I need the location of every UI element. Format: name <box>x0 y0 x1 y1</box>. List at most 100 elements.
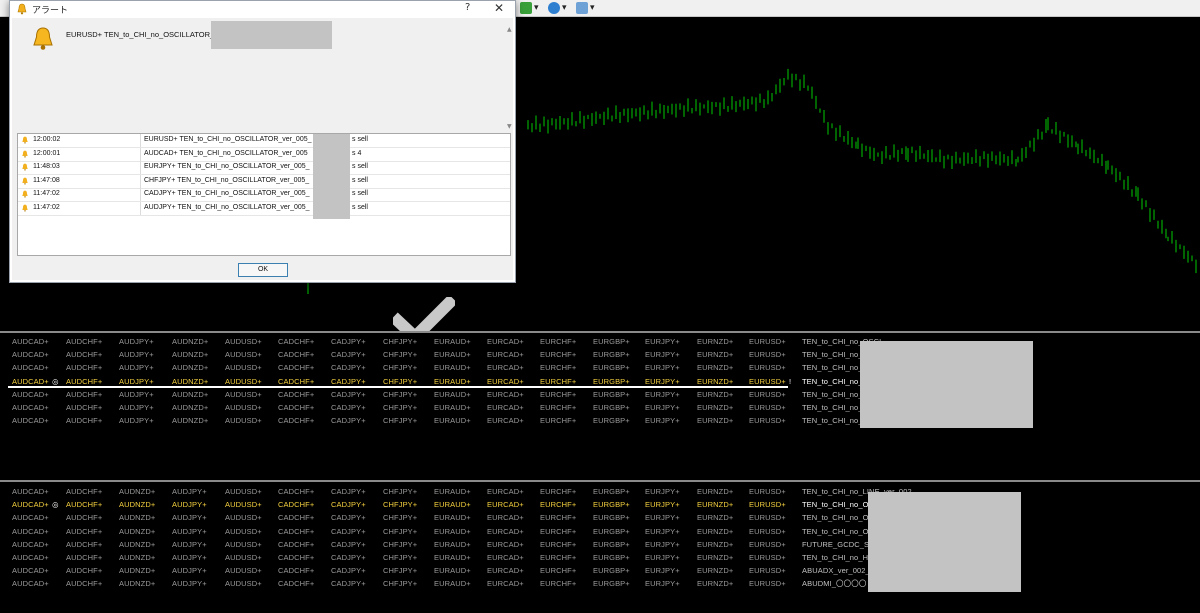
symbol-cell[interactable]: AUDCAD+ <box>12 348 49 361</box>
symbol-cell[interactable]: EURCHF+ <box>540 348 576 361</box>
symbol-cell[interactable]: EURNZD+ <box>697 348 733 361</box>
symbol-cell[interactable]: AUDCHF+ <box>66 401 102 414</box>
symbol-cell[interactable]: EURNZD+ <box>697 538 733 551</box>
symbol-cell[interactable]: EURJPY+ <box>645 401 680 414</box>
symbol-cell[interactable]: CADJPY+ <box>331 498 366 511</box>
symbol-cell[interactable]: EURAUD+ <box>434 538 471 551</box>
symbol-cell[interactable]: EURCHF+ <box>540 551 576 564</box>
symbol-cell[interactable]: AUDCHF+ <box>66 388 102 401</box>
symbol-cell[interactable]: AUDJPY+ <box>172 485 207 498</box>
symbol-cell[interactable]: EURAUD+ <box>434 335 471 348</box>
symbol-cell[interactable]: CHFJPY+ <box>383 498 417 511</box>
symbol-cell[interactable]: EURAUD+ <box>434 348 471 361</box>
symbol-cell[interactable]: AUDJPY+ <box>119 401 154 414</box>
symbol-cell[interactable]: AUDCHF+ <box>66 577 102 590</box>
symbol-cell[interactable]: AUDCAD+ <box>12 388 49 401</box>
symbol-cell[interactable]: EURJPY+ <box>645 348 680 361</box>
symbol-cell[interactable]: CHFJPY+ <box>383 388 417 401</box>
symbol-cell[interactable]: CADCHF+ <box>278 485 314 498</box>
symbol-cell[interactable]: EURCAD+ <box>487 485 524 498</box>
symbol-cell[interactable]: CADJPY+ <box>331 551 366 564</box>
symbol-cell[interactable]: EURNZD+ <box>697 511 733 524</box>
symbol-cell[interactable]: EURJPY+ <box>645 511 680 524</box>
symbol-cell[interactable]: CADCHF+ <box>278 361 314 374</box>
symbol-cell[interactable]: AUDJPY+ <box>172 564 207 577</box>
symbol-cell[interactable]: EURNZD+ <box>697 577 733 590</box>
symbol-cell[interactable]: EURUSD+ <box>749 551 786 564</box>
symbol-cell[interactable]: EURJPY+ <box>645 538 680 551</box>
symbol-cell[interactable]: EURAUD+ <box>434 564 471 577</box>
scroll-down-icon[interactable]: ▼ <box>507 123 512 130</box>
symbol-cell[interactable]: CADJPY+ <box>331 361 366 374</box>
symbol-cell[interactable]: AUDNZD+ <box>172 348 208 361</box>
symbol-cell[interactable]: AUDJPY+ <box>119 414 154 427</box>
symbol-cell[interactable]: AUDJPY+ <box>119 388 154 401</box>
symbol-cell[interactable]: AUDCHF+ <box>66 525 102 538</box>
symbol-cell[interactable]: EURNZD+ <box>697 361 733 374</box>
symbol-cell[interactable]: AUDCAD+ <box>12 538 49 551</box>
symbol-cell[interactable]: EURAUD+ <box>434 525 471 538</box>
symbol-cell[interactable]: EURCAD+ <box>487 551 524 564</box>
symbol-cell[interactable]: AUDUSD+ <box>225 401 262 414</box>
symbol-cell[interactable]: AUDCHF+ <box>66 414 102 427</box>
symbol-cell[interactable]: EURCAD+ <box>487 525 524 538</box>
symbol-cell[interactable]: EURCAD+ <box>487 414 524 427</box>
symbol-cell[interactable]: EURCAD+ <box>487 511 524 524</box>
help-button[interactable]: ? <box>465 2 470 13</box>
symbol-cell[interactable]: CADJPY+ <box>331 525 366 538</box>
symbol-cell[interactable]: CADJPY+ <box>331 577 366 590</box>
symbol-cell[interactable]: EURNZD+ <box>697 485 733 498</box>
symbol-cell[interactable]: CHFJPY+ <box>383 485 417 498</box>
symbol-cell[interactable]: AUDNZD+ <box>119 551 155 564</box>
symbol-cell[interactable]: EURGBP+ <box>593 361 630 374</box>
symbol-cell[interactable]: EURJPY+ <box>645 564 680 577</box>
symbol-cell[interactable]: EURUSD+ <box>749 564 786 577</box>
symbol-cell[interactable]: CADCHF+ <box>278 551 314 564</box>
symbol-cell[interactable]: AUDUSD+ <box>225 414 262 427</box>
symbol-cell[interactable]: EURUSD+ <box>749 498 786 511</box>
symbol-cell[interactable]: EURGBP+ <box>593 335 630 348</box>
symbol-cell[interactable]: AUDNZD+ <box>119 577 155 590</box>
symbol-cell[interactable]: CHFJPY+ <box>383 538 417 551</box>
symbol-cell[interactable]: CHFJPY+ <box>383 525 417 538</box>
symbol-cell[interactable]: AUDCAD+ <box>12 335 49 348</box>
symbol-cell[interactable]: EURCAD+ <box>487 538 524 551</box>
symbol-cell[interactable]: AUDCHF+ <box>66 564 102 577</box>
symbol-cell[interactable]: AUDJPY+ <box>172 551 207 564</box>
symbol-cell[interactable]: EURCHF+ <box>540 538 576 551</box>
symbol-cell[interactable]: EURCAD+ <box>487 401 524 414</box>
scroll-up-icon[interactable]: ▲ <box>507 26 512 33</box>
template-button[interactable]: ▾ <box>576 1 595 15</box>
symbol-cell[interactable]: CHFJPY+ <box>383 348 417 361</box>
symbol-cell[interactable]: EURAUD+ <box>434 498 471 511</box>
symbol-cell[interactable]: AUDCHF+ <box>66 348 102 361</box>
symbol-cell[interactable]: AUDCAD+ <box>12 577 49 590</box>
symbol-cell[interactable]: EURNZD+ <box>697 388 733 401</box>
symbol-cell[interactable]: EURCHF+ <box>540 361 576 374</box>
symbol-cell[interactable]: EURJPY+ <box>645 525 680 538</box>
symbol-cell[interactable]: AUDNZD+ <box>119 564 155 577</box>
symbol-cell[interactable]: AUDUSD+ <box>225 511 262 524</box>
symbol-cell[interactable]: AUDCHF+ <box>66 361 102 374</box>
symbol-cell[interactable]: EURNZD+ <box>697 564 733 577</box>
alert-row[interactable]: 11:47:08 CHFJPY+ TEN_to_CHI_no_OSCILLATOR… <box>18 174 510 189</box>
symbol-cell[interactable]: EURUSD+ <box>749 525 786 538</box>
alert-history-list[interactable]: 12:00:02 EURUSD+ TEN_to_CHI_no_OSCILLATOR… <box>17 133 511 256</box>
symbol-cell[interactable]: AUDCHF+ <box>66 511 102 524</box>
alert-row[interactable]: 12:00:02 EURUSD+ TEN_to_CHI_no_OSCILLATOR… <box>18 134 510 148</box>
symbol-cell[interactable]: EURJPY+ <box>645 498 680 511</box>
symbol-cell[interactable]: EURCAD+ <box>487 498 524 511</box>
symbol-cell[interactable]: AUDCAD+ <box>12 498 49 511</box>
symbol-cell[interactable]: EURAUD+ <box>434 401 471 414</box>
symbol-cell[interactable]: AUDUSD+ <box>225 498 262 511</box>
symbol-cell[interactable]: EURNZD+ <box>697 414 733 427</box>
symbol-cell[interactable]: AUDCAD+ <box>12 361 49 374</box>
symbol-cell[interactable]: CHFJPY+ <box>383 361 417 374</box>
symbol-cell[interactable]: AUDUSD+ <box>225 577 262 590</box>
symbol-cell[interactable]: AUDNZD+ <box>172 335 208 348</box>
symbol-cell[interactable]: EURCAD+ <box>487 348 524 361</box>
symbol-cell[interactable]: CADJPY+ <box>331 414 366 427</box>
symbol-cell[interactable]: EURUSD+ <box>749 388 786 401</box>
symbol-cell[interactable]: EURCHF+ <box>540 577 576 590</box>
alert-row[interactable]: 11:48:03 EURJPY+ TEN_to_CHI_no_OSCILLATOR… <box>18 161 510 175</box>
